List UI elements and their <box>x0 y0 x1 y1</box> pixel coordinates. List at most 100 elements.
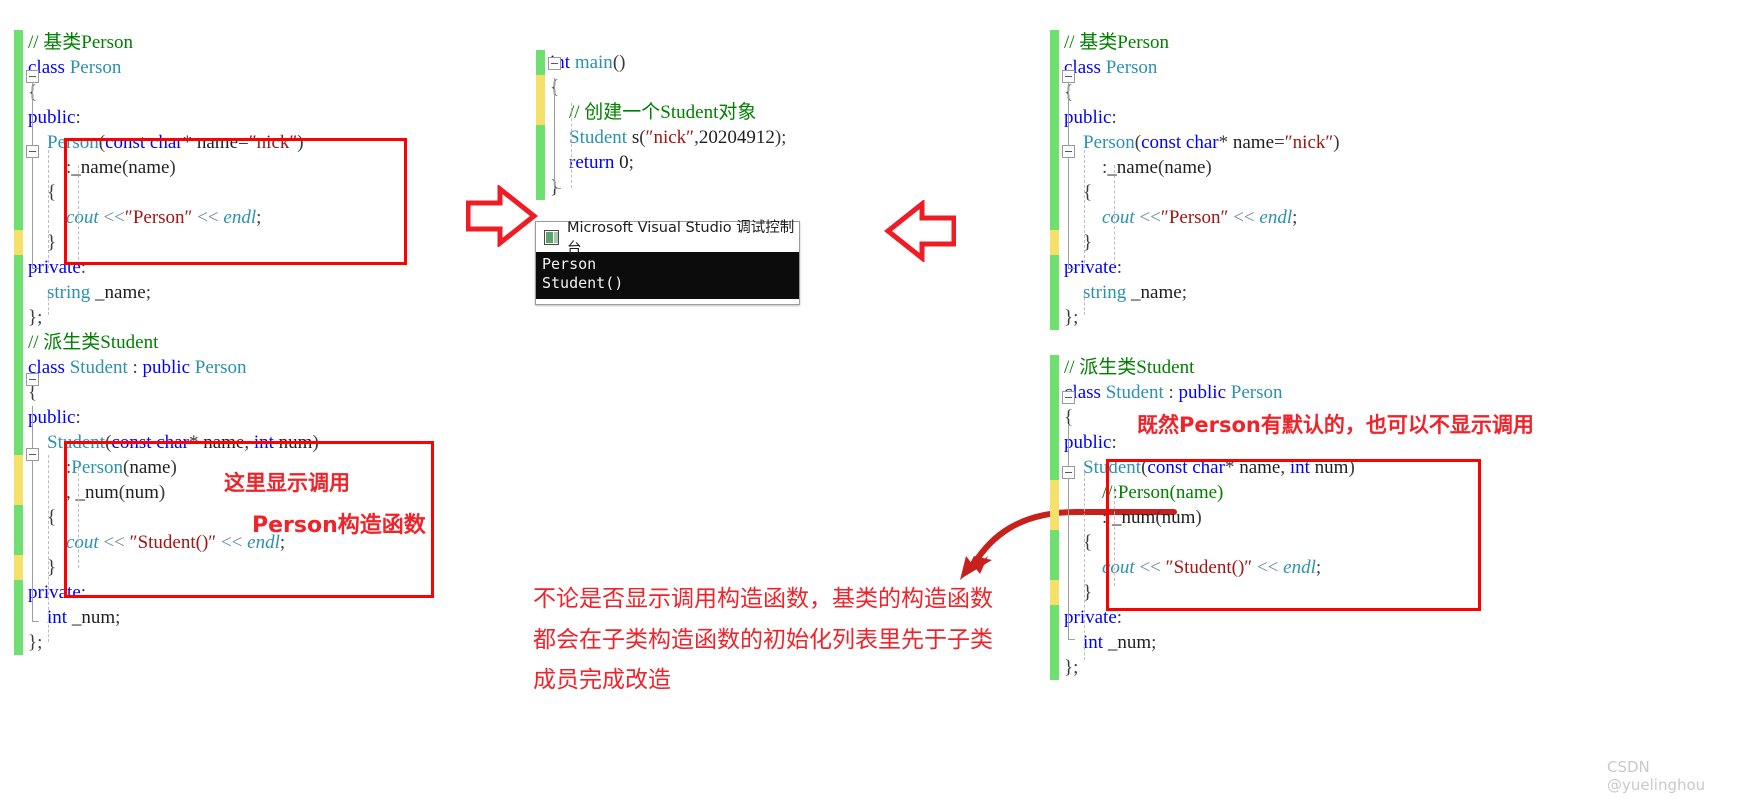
left-code-editor[interactable]: // 基类Personclass Person{public: Person(c… <box>14 30 484 680</box>
code-line[interactable]: Person(const char* name=″nick″) <box>28 130 319 155</box>
code-line[interactable]: { <box>1064 530 1355 555</box>
code-line[interactable]: string _name; <box>1064 280 1355 305</box>
gutter-mark <box>1050 655 1059 680</box>
code-line[interactable]: { <box>28 80 319 105</box>
gutter-mark <box>14 555 23 580</box>
right-code-lines[interactable]: // 基类Personclass Person{public: Person(c… <box>1064 30 1355 680</box>
code-line[interactable]: int _num; <box>28 605 319 630</box>
code-line[interactable]: public: <box>28 105 319 130</box>
code-line[interactable]: cout <<″Person″ << endl; <box>28 205 319 230</box>
code-line[interactable]: return 0; <box>550 150 786 175</box>
watermark: CSDN @yuelinghou <box>1607 758 1706 794</box>
gutter-mark <box>1050 280 1059 305</box>
code-line[interactable]: Student(const char* name, int num) <box>1064 455 1355 480</box>
gutter-mark <box>14 355 23 380</box>
code-line[interactable]: }; <box>1064 655 1355 680</box>
main-change-gutter <box>536 50 545 200</box>
gutter-mark <box>1050 455 1059 480</box>
code-line[interactable]: // 派生类Student <box>1064 355 1355 380</box>
main-fold-guide <box>554 78 555 188</box>
gutter-mark <box>14 605 23 630</box>
code-line[interactable]: }; <box>28 305 319 330</box>
code-line[interactable]: private: <box>1064 605 1355 630</box>
gutter-mark <box>1050 555 1059 580</box>
code-line[interactable]: } <box>28 555 319 580</box>
fold-toggle-left-person-ctor[interactable] <box>26 145 39 158</box>
gutter-mark <box>1050 405 1059 430</box>
gutter-mark <box>1050 355 1059 380</box>
code-line[interactable]: class Student : public Person <box>28 355 319 380</box>
code-line[interactable]: :_name(name) <box>1064 155 1355 180</box>
gutter-mark <box>14 305 23 330</box>
code-line[interactable]: } <box>550 175 786 200</box>
console-title-text: Microsoft Visual Studio 调试控制台 <box>567 220 795 257</box>
gutter-mark <box>536 100 545 125</box>
right-change-gutter <box>1050 30 1059 680</box>
code-line[interactable]: // 派生类Student <box>28 330 319 355</box>
code-line[interactable]: Student s(″nick″,20204912); <box>550 125 786 150</box>
code-line[interactable]: : _num(num) <box>1064 505 1355 530</box>
fold-toggle-right-class-student[interactable] <box>1062 391 1075 404</box>
arrow-right-to-main <box>884 200 956 262</box>
gutter-mark <box>14 130 23 155</box>
code-line[interactable]: } <box>28 230 319 255</box>
gutter-mark <box>14 155 23 180</box>
left-code-lines[interactable]: // 基类Personclass Person{public: Person(c… <box>28 30 319 655</box>
fold-toggle-left-class-person[interactable] <box>26 70 39 83</box>
fold-toggle-main[interactable] <box>548 57 561 70</box>
code-line[interactable]: { <box>1064 180 1355 205</box>
code-line[interactable]: class Person <box>1064 55 1355 80</box>
code-line[interactable]: cout << ″Student()″ << endl; <box>1064 555 1355 580</box>
code-line[interactable]: string _name; <box>28 280 319 305</box>
code-line[interactable]: { <box>1064 80 1355 105</box>
code-line[interactable]: private: <box>1064 255 1355 280</box>
gutter-mark <box>14 630 23 655</box>
code-line[interactable]: private: <box>28 255 319 280</box>
code-line[interactable]: int _num; <box>1064 630 1355 655</box>
debug-console-window[interactable]: Microsoft Visual Studio 调试控制台 Person Stu… <box>535 220 800 305</box>
fold-toggle-left-student-ctor[interactable] <box>26 448 39 461</box>
console-output-line-1: Person <box>542 255 597 273</box>
code-line[interactable]: { <box>28 180 319 205</box>
code-line[interactable]: class Student : public Person <box>1064 380 1355 405</box>
code-line[interactable]: cout <<″Person″ << endl; <box>1064 205 1355 230</box>
code-line[interactable]: // 创建一个Student对象 <box>550 100 786 125</box>
code-line[interactable]: //:Person(name) <box>1064 480 1355 505</box>
main-code-editor[interactable]: int main(){ // 创建一个Student对象 Student s(″… <box>536 50 916 210</box>
code-line[interactable] <box>1064 330 1355 355</box>
code-line[interactable]: }; <box>1064 305 1355 330</box>
code-line[interactable]: public: <box>1064 105 1355 130</box>
fold-toggle-right-person-ctor[interactable] <box>1062 145 1075 158</box>
right-indent-guide-student-member <box>1084 638 1085 660</box>
code-line[interactable]: Student(const char* name, int num) <box>28 430 319 455</box>
code-line[interactable]: class Person <box>28 55 319 80</box>
code-line[interactable]: { <box>550 75 786 100</box>
console-title-bar[interactable]: Microsoft Visual Studio 调试控制台 <box>536 220 799 257</box>
conclusion-note-line1: 不论是否显示调用构造函数，基类的构造函数 <box>533 586 993 612</box>
left-indent-guide-person-body <box>48 150 49 268</box>
gutter-mark <box>1050 630 1059 655</box>
explicit-call-note-line1: 这里显示调用 <box>224 471 350 495</box>
code-line[interactable]: } <box>1064 580 1355 605</box>
code-line[interactable]: Person(const char* name=″nick″) <box>1064 130 1355 155</box>
fold-toggle-right-student-ctor[interactable] <box>1062 466 1075 479</box>
code-line[interactable]: int main() <box>550 50 786 75</box>
left-fold-guide-class-student <box>32 406 33 621</box>
main-indent-guide <box>571 103 572 188</box>
code-line[interactable]: :_name(name) <box>28 155 319 180</box>
fold-toggle-left-class-student[interactable] <box>26 373 39 386</box>
code-line[interactable]: public: <box>28 405 319 430</box>
code-line[interactable]: // 基类Person <box>28 30 319 55</box>
right-code-editor[interactable]: // 基类Personclass Person{public: Person(c… <box>1050 30 1570 710</box>
code-line[interactable]: // 基类Person <box>1064 30 1355 55</box>
fold-toggle-right-class-person[interactable] <box>1062 70 1075 83</box>
gutter-mark <box>1050 505 1059 530</box>
code-line[interactable]: private: <box>28 580 319 605</box>
gutter-mark <box>1050 430 1059 455</box>
main-code-lines[interactable]: int main(){ // 创建一个Student对象 Student s(″… <box>550 50 786 200</box>
code-line[interactable]: }; <box>28 630 319 655</box>
code-line[interactable]: } <box>1064 230 1355 255</box>
gutter-mark <box>1050 30 1059 55</box>
code-line[interactable]: { <box>28 380 319 405</box>
right-indent-guide-student-body <box>1084 473 1085 638</box>
